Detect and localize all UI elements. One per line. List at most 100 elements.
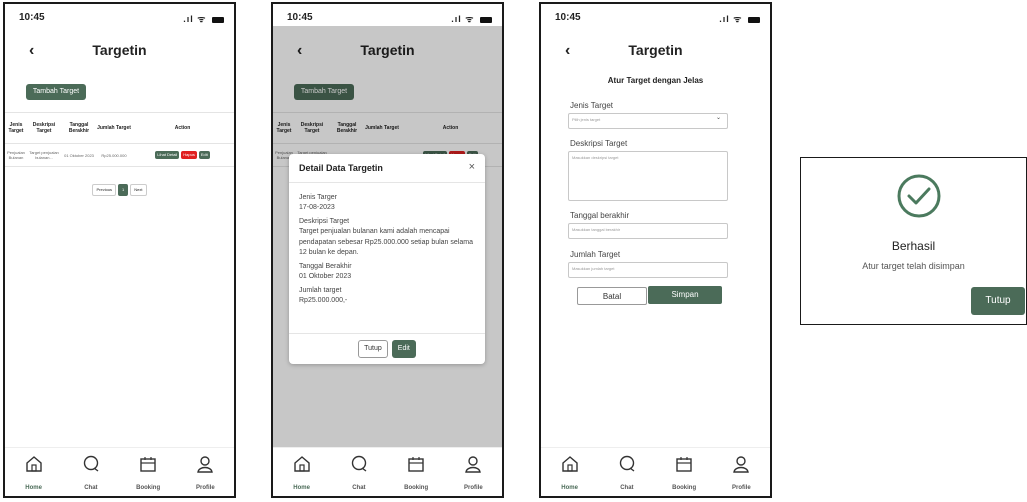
cell-tanggal: 01 Oktober 2023	[64, 152, 94, 158]
modal-tutup-button[interactable]: Tutup	[358, 340, 388, 358]
header-jumlah: Jumlah Target	[97, 125, 131, 131]
page-title: Targetin	[92, 42, 147, 58]
simpan-button[interactable]: Simpan	[648, 286, 722, 304]
amount-label: Jumlah Target	[570, 250, 621, 259]
success-message: Atur target telah disimpan	[862, 261, 965, 271]
delete-button[interactable]: Hapus	[181, 151, 197, 159]
cell-deskripsi: Target penjualan bulanan...	[29, 150, 59, 160]
modal-body: Jenis Targer 17-08-2023 Deskripsi Target…	[289, 183, 485, 312]
jenis-label: Jenis Targer	[299, 194, 338, 201]
date-value: 01 Oktober 2023	[299, 272, 352, 280]
target-table: Jenis Target Deskripsi Target Tanggal Be…	[5, 112, 234, 167]
chat-icon	[598, 454, 655, 476]
profile-icon	[445, 454, 502, 476]
prev-page-button[interactable]: Previous	[92, 184, 117, 196]
next-page-button[interactable]: Next	[130, 184, 147, 196]
header-action: Action	[174, 125, 191, 131]
amount-label: Jumlah target	[299, 287, 342, 295]
phone-list-screen: 10:45 .ıl ᯤ ‹ Targetin Tambah Target Jen…	[3, 2, 236, 498]
nav-home-label: Home	[25, 485, 42, 491]
status-time: 10:45	[287, 12, 313, 23]
detail-button[interactable]: Lihat Detail	[155, 151, 180, 159]
cell-jumlah: Rp25.000.000	[101, 152, 127, 158]
calendar-icon	[656, 454, 713, 476]
amount-value: Rp25.000.000,-	[299, 297, 348, 305]
phone-form-screen: 10:45 .ıl ᯤ ‹ Targetin Atur Target denga…	[539, 2, 772, 498]
date-placeholder: Masukkan tanggal berakhir	[572, 227, 621, 232]
back-arrow-icon[interactable]: ‹	[565, 42, 570, 60]
nav-booking[interactable]: Booking	[388, 448, 445, 496]
header-jenis: Jenis Target	[8, 122, 24, 134]
jenis-target-label: Jenis Target	[570, 101, 613, 110]
modal-title: Detail Data Targetin	[299, 163, 383, 173]
nav-profile-label: Profile	[196, 485, 215, 491]
date-label: Tanggal Berakhir	[299, 262, 352, 270]
edit-button[interactable]: Edit	[198, 151, 210, 159]
profile-icon	[177, 454, 234, 476]
cell-actions: Lihat Detail Hapus Edit	[131, 151, 234, 159]
nav-profile-label: Profile	[732, 485, 751, 491]
pagination: Previous 1 Next	[5, 184, 234, 196]
nav-chat[interactable]: Chat	[62, 448, 119, 496]
nav-home-label: Home	[293, 485, 310, 491]
success-tutup-button[interactable]: Tutup	[971, 287, 1025, 315]
page-title: Targetin	[628, 42, 683, 58]
nav-profile[interactable]: Profile	[177, 448, 234, 496]
jenis-target-select[interactable]: Pilih jenis target ⌄	[568, 113, 728, 129]
chat-icon	[62, 454, 119, 476]
modal-footer: Tutup Edit	[289, 333, 485, 364]
table-header: Jenis Target Deskripsi Target Tanggal Be…	[5, 113, 234, 144]
status-bar: 10:45 .ıl ᯤ	[15, 10, 224, 24]
modal-header: Detail Data Targetin ×	[289, 154, 485, 183]
status-time: 10:45	[555, 12, 581, 23]
nav-booking[interactable]: Booking	[656, 448, 713, 496]
nav-home[interactable]: Home	[541, 448, 598, 496]
check-circle-icon	[897, 174, 941, 218]
nav-booking-label: Booking	[136, 485, 161, 491]
bottom-nav: Home Chat Booking Profile	[541, 447, 770, 496]
nav-home[interactable]: Home	[5, 448, 62, 496]
nav-booking[interactable]: Booking	[120, 448, 177, 496]
date-label: Tanggal berakhir	[570, 211, 630, 220]
signal-icon: .ıl ᯤ	[719, 12, 760, 25]
batal-button[interactable]: Batal	[577, 287, 647, 305]
battery-icon	[480, 16, 492, 23]
bottom-nav: Home Chat Booking Profile	[273, 447, 502, 496]
date-input[interactable]: Masukkan tanggal berakhir	[568, 223, 728, 239]
battery-icon	[212, 16, 224, 23]
page-1-button[interactable]: 1	[118, 184, 129, 196]
detail-modal: Detail Data Targetin × Jenis Targer 17-0…	[289, 154, 485, 364]
success-title: Berhasil	[891, 239, 936, 253]
calendar-icon	[120, 454, 177, 476]
profile-icon	[713, 454, 770, 476]
home-icon	[5, 454, 62, 476]
table-row: Penjualan Bulanan Target penjualan bulan…	[5, 144, 234, 167]
desc-value: Target penjualan bulanan kami adalah men…	[299, 228, 473, 256]
signal-icon: .ıl ᯤ	[183, 12, 224, 25]
battery-icon	[748, 16, 760, 23]
nav-profile[interactable]: Profile	[445, 448, 502, 496]
chat-icon	[330, 454, 387, 476]
amount-input[interactable]: Masukkan jumlah target	[568, 262, 728, 278]
nav-chat-label: Chat	[620, 485, 634, 491]
add-target-button[interactable]: Tambah Target	[26, 84, 86, 100]
nav-booking-label: Booking	[672, 485, 697, 491]
nav-profile[interactable]: Profile	[713, 448, 770, 496]
nav-home[interactable]: Home	[273, 448, 330, 496]
desc-target-textarea[interactable]: Masukkan deskripsi target	[568, 151, 728, 201]
top-bar: ‹ Targetin	[5, 42, 234, 64]
desc-label: Deskripsi Target	[299, 218, 350, 226]
close-icon[interactable]: ×	[469, 161, 475, 173]
nav-profile-label: Profile	[464, 485, 483, 491]
back-arrow-icon[interactable]: ‹	[29, 42, 34, 60]
nav-chat[interactable]: Chat	[330, 448, 387, 496]
desc-target-label: Deskripsi Target	[570, 139, 628, 148]
header-tanggal: Tanggal Berakhir	[68, 122, 90, 134]
status-bar: 10:45 .ıl ᯤ	[283, 10, 492, 24]
form-title: Atur Target dengan Jelas	[607, 76, 704, 85]
top-bar: ‹ Targetin	[541, 42, 770, 64]
modal-edit-button[interactable]: Edit	[391, 340, 416, 358]
calendar-icon	[388, 454, 445, 476]
nav-chat[interactable]: Chat	[598, 448, 655, 496]
desc-target-placeholder: Masukkan deskripsi target	[572, 155, 619, 160]
